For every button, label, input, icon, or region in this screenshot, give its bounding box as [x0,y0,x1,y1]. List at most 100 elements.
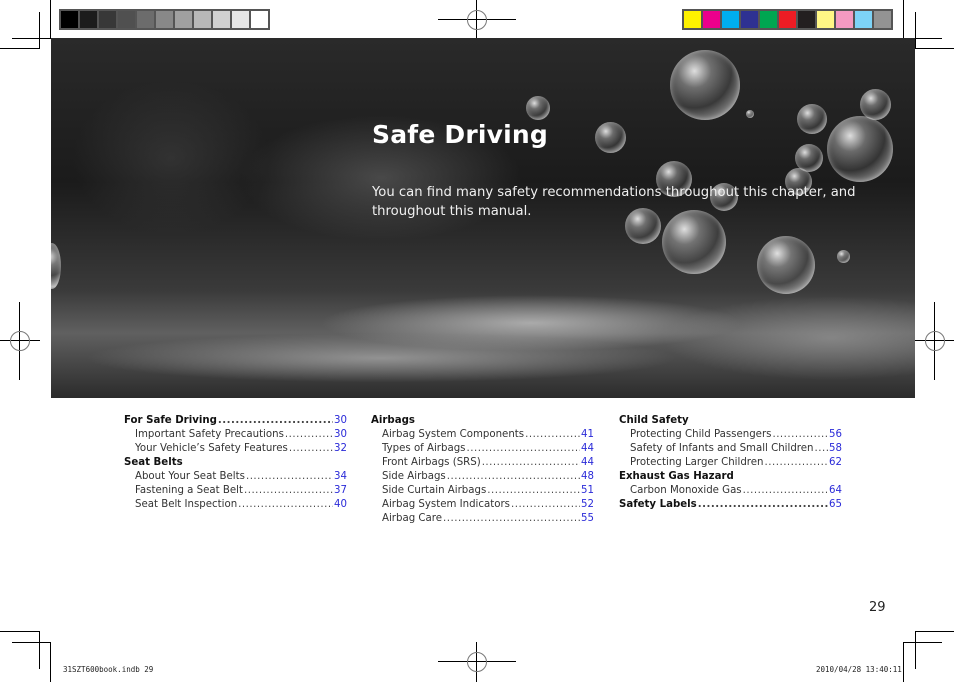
toc-leader-dots [511,498,580,512]
toc-label: Child Safety [619,415,689,426]
color-swatch [251,11,268,28]
crop-mark [39,12,40,49]
color-swatch [194,11,211,28]
toc-page-link[interactable]: 44 [581,442,594,456]
crop-mark [915,631,916,669]
toc-page-link[interactable]: 62 [829,456,842,470]
toc-page-link[interactable]: 52 [581,498,594,512]
crop-mark [0,48,39,49]
color-swatch [741,11,758,28]
bubble-graphic [837,250,850,263]
toc-entry[interactable]: Side Curtain Airbags 51 [371,484,594,498]
bubble-graphic [595,122,626,153]
toc-page-link[interactable]: 48 [581,470,594,484]
toc-page-link[interactable]: 56 [829,428,842,442]
toc-page-link[interactable]: 64 [829,484,842,498]
toc-page-link[interactable]: 51 [581,484,594,498]
bubble-graphic [526,96,550,120]
toc-label: Safety Labels [619,499,697,510]
toc-label: Important Safety Precautions [135,429,284,440]
toc-label: Side Airbags [382,471,446,482]
bubble-graphic [51,243,61,289]
crop-mark [915,631,954,632]
toc-page-link[interactable]: 55 [581,512,594,526]
toc-entry[interactable]: Airbag System Components 41 [371,428,594,442]
color-swatch [232,11,249,28]
registration-mark-left [0,302,40,380]
toc-section-heading[interactable]: For Safe Driving 30 [124,414,347,428]
toc-page-link[interactable]: 30 [334,414,347,428]
slug-datetime: 2010/04/28 13:40:11 [816,665,902,674]
toc-page-link[interactable]: 58 [829,442,842,456]
toc-label: Airbag System Indicators [382,499,510,510]
toc-section-heading: Exhaust Gas Hazard [619,470,842,484]
toc-entry[interactable]: Front Airbags (SRS) 44 [371,456,594,470]
toc-label: Seat Belts [124,457,183,468]
toc-section-heading[interactable]: Safety Labels 65 [619,498,842,512]
bubble-graphic [757,236,815,294]
page-number: 29 [869,600,886,615]
toc-leader-dots [772,428,828,442]
toc-label: Airbag Care [382,513,442,524]
color-swatch [779,11,796,28]
color-swatch [684,11,701,28]
toc-page-link[interactable]: 30 [334,428,347,442]
toc-page-link[interactable]: 37 [334,484,347,498]
toc-section-heading: Airbags [371,414,594,428]
toc-entry[interactable]: Important Safety Precautions 30 [124,428,347,442]
toc-leader-dots [285,428,333,442]
crop-mark [903,642,904,682]
toc-leader-dots [815,442,829,456]
toc-label: Carbon Monoxide Gas [630,485,742,496]
crop-mark [903,642,942,643]
crop-mark [12,642,51,643]
toc-label: Seat Belt Inspection [135,499,238,510]
toc-page-link[interactable]: 65 [829,498,842,512]
crop-mark [50,642,51,682]
color-swatch [118,11,135,28]
toc-leader-dots [525,428,580,442]
toc-label: For Safe Driving [124,415,217,426]
toc-section-heading: Child Safety [619,414,842,428]
toc-label: Protecting Child Passengers [630,429,772,440]
toc-leader-dots [443,512,580,526]
toc-entry[interactable]: Fastening a Seat Belt 37 [124,484,347,498]
color-swatch [213,11,230,28]
toc-label: About Your Seat Belts [135,471,245,482]
toc-page-link[interactable]: 41 [581,428,594,442]
toc-leader-dots [447,470,580,484]
color-swatch [817,11,834,28]
registration-mark-right [915,302,954,380]
toc-entry[interactable]: Airbag System Indicators 52 [371,498,594,512]
grayscale-color-bar [59,9,270,30]
color-swatch [722,11,739,28]
process-color-bar [682,9,893,30]
color-swatch [61,11,78,28]
color-swatch [836,11,853,28]
toc-page-link[interactable]: 40 [334,498,347,512]
toc-label: Front Airbags (SRS) [382,457,481,468]
chapter-title: Safe Driving [372,120,549,149]
toc-page-link[interactable]: 32 [334,442,347,456]
toc-page-link[interactable]: 44 [581,456,594,470]
bubble-graphic [746,110,754,118]
slug-file: 31SZT600book.indb 29 [63,665,154,674]
toc-leader-dots [289,442,333,456]
crop-mark [12,38,51,39]
toc-entry[interactable]: Types of Airbags 44 [371,442,594,456]
toc-entry[interactable]: About Your Seat Belts 34 [124,470,347,484]
registration-mark-top [438,0,516,40]
toc-entry[interactable]: Protecting Larger Children 62 [619,456,842,470]
toc-label: Airbag System Components [382,429,525,440]
toc-entry[interactable]: Carbon Monoxide Gas 64 [619,484,842,498]
toc-entry[interactable]: Your Vehicle’s Safety Features 32 [124,442,347,456]
toc-section-heading: Seat Belts [124,456,347,470]
toc-entry[interactable]: Seat Belt Inspection 40 [124,498,347,512]
color-swatch [99,11,116,28]
toc-entry[interactable]: Side Airbags 48 [371,470,594,484]
toc-page-link[interactable]: 34 [334,470,347,484]
toc-entry[interactable]: Protecting Child Passengers 56 [619,428,842,442]
toc-entry[interactable]: Safety of Infants and Small Children 58 [619,442,842,456]
color-swatch [156,11,173,28]
toc-entry[interactable]: Airbag Care 55 [371,512,594,526]
